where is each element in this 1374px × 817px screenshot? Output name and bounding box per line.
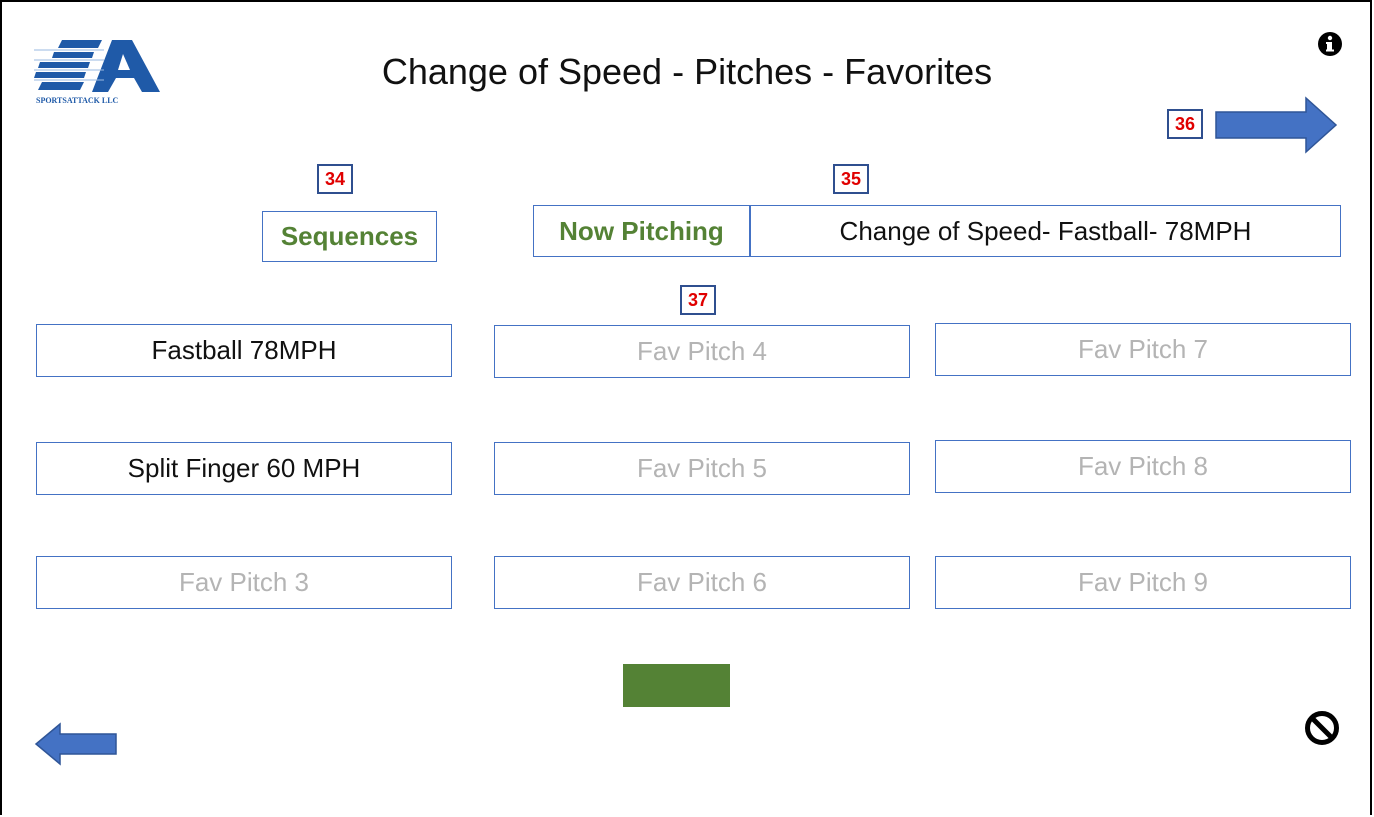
- badge-favorites: 37: [680, 285, 716, 315]
- fav-pitch-5-button[interactable]: Fav Pitch 5: [494, 442, 910, 495]
- badge-sequences: 34: [317, 164, 353, 194]
- arrow-right-icon[interactable]: [1214, 96, 1338, 154]
- now-pitching-label: Now Pitching: [533, 205, 750, 257]
- fav-pitch-8-button[interactable]: Fav Pitch 8: [935, 440, 1351, 493]
- badge-now-pitching: 35: [833, 164, 869, 194]
- fav-pitch-4-button[interactable]: Fav Pitch 4: [494, 325, 910, 378]
- fav-pitch-2-button[interactable]: Split Finger 60 MPH: [36, 442, 452, 495]
- fav-pitch-7-button[interactable]: Fav Pitch 7: [935, 323, 1351, 376]
- sequences-button[interactable]: Sequences: [262, 211, 437, 262]
- fav-pitch-9-button[interactable]: Fav Pitch 9: [935, 556, 1351, 609]
- fav-pitch-6-button[interactable]: Fav Pitch 6: [494, 556, 910, 609]
- fav-pitch-3-button[interactable]: Fav Pitch 3: [36, 556, 452, 609]
- info-icon[interactable]: [1317, 31, 1343, 57]
- pitch-action-button[interactable]: [623, 664, 730, 707]
- ban-icon[interactable]: [1304, 710, 1340, 746]
- page-title: Change of Speed - Pitches - Favorites: [381, 51, 993, 92]
- svg-text:SPORTSATTACK LLC: SPORTSATTACK LLC: [36, 96, 119, 105]
- fav-pitch-1-button[interactable]: Fastball 78MPH: [36, 324, 452, 377]
- now-pitching-value: Change of Speed- Fastball- 78MPH: [750, 205, 1341, 257]
- arrow-left-icon[interactable]: [34, 722, 118, 766]
- badge-next: 36: [1167, 109, 1203, 139]
